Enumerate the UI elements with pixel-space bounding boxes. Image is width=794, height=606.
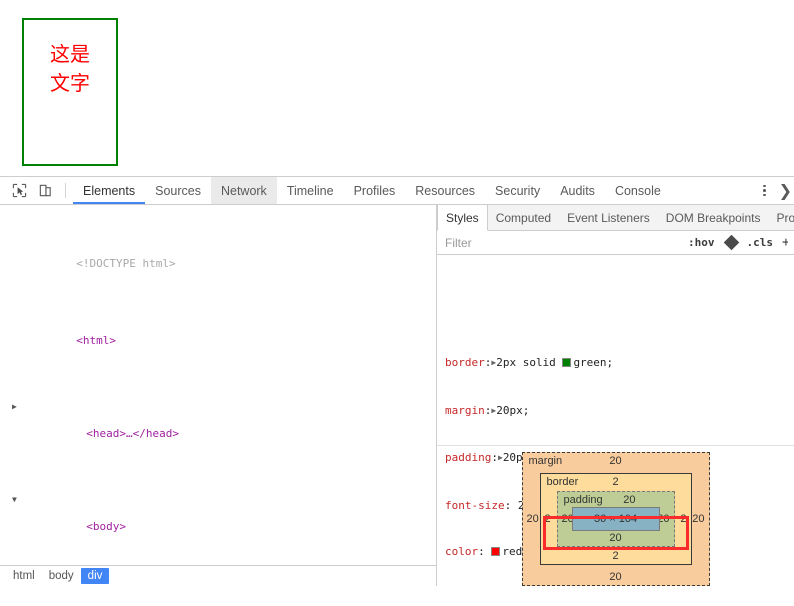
hov-toggle[interactable]: :hov [688,236,715,249]
declaration-border[interactable]: border:▶2px solid green; [437,355,794,372]
doctype-text: <!DOCTYPE html> [76,256,176,270]
tab-profiles[interactable]: Profiles [344,177,406,204]
tab-audits[interactable]: Audits [550,177,605,204]
padding-top-value[interactable]: 20 [623,494,635,506]
box-model-diagram: margin 20 20 20 20 border 2 2 2 2 paddin… [437,445,794,586]
tab-resources[interactable]: Resources [405,177,485,204]
tab-computed[interactable]: Computed [488,205,559,230]
padding-label: padding [563,494,603,506]
head-tag: <head>…</head> [86,427,179,440]
border-right-value[interactable]: 2 [680,513,686,525]
color-scheme-icon[interactable] [723,234,739,251]
dom-tree-pane: <!DOCTYPE html> <html> ▶ <head>…</head> … [0,205,436,586]
border-top-value[interactable]: 2 [612,476,618,488]
margin-label: margin [528,455,563,467]
breadcrumb-item-div[interactable]: div [80,568,110,584]
border-bottom-value[interactable]: 2 [612,550,618,562]
border-label: border [546,476,579,488]
toolbar-divider [65,183,66,198]
margin-bottom-value[interactable]: 20 [609,571,621,583]
filter-input[interactable] [445,235,678,250]
prop-border: border [445,356,485,369]
device-toolbar-icon[interactable] [32,177,58,204]
margin-top-value[interactable]: 20 [609,455,621,467]
expand-arrow-icon[interactable]: ▶ [491,355,496,371]
chevron-right-icon[interactable]: ❯ [779,182,792,199]
dom-line-body-open[interactable]: ▼ <body> [0,488,436,550]
tab-properties[interactable]: Propertie [768,205,794,230]
dom-line-head[interactable]: ▶ <head>…</head> [0,395,436,457]
expand-triangle-icon[interactable]: ▶ [12,399,17,415]
devtools-body: <!DOCTYPE html> <html> ▶ <head>…</head> … [0,205,794,586]
breadcrumb: html body div [0,565,436,586]
styles-pane: Styles Computed Event Listeners DOM Brea… [437,205,794,586]
margin-left-value[interactable]: 20 [527,513,539,525]
expand-arrow-icon[interactable]: ▶ [491,403,496,419]
html-open-tag: <html> [76,334,116,347]
border-left-value[interactable]: 2 [545,513,551,525]
cls-toggle[interactable]: .cls [747,236,774,249]
devtools-window: Elements Sources Network Timeline Profil… [0,176,794,606]
collapse-triangle-icon[interactable]: ▼ [12,492,17,508]
tab-network[interactable]: Network [210,177,277,204]
tab-event-listeners[interactable]: Event Listeners [559,205,658,230]
tab-elements[interactable]: Elements [73,177,145,204]
tab-timeline[interactable]: Timeline [277,177,344,204]
dom-line-doctype[interactable]: <!DOCTYPE html> [0,240,436,287]
tab-dom-breakpoints[interactable]: DOM Breakpoints [658,205,769,230]
declaration-margin[interactable]: margin:▶20px; [437,403,794,420]
val-margin: 20px; [496,403,530,417]
rendered-div-element: 这是文字 [22,18,118,166]
box-model-border-layer[interactable]: border 2 2 2 2 padding 20 20 20 20 36 × … [539,473,692,565]
breadcrumb-item-body[interactable]: body [42,568,81,584]
color-swatch-green[interactable] [562,358,572,367]
val-border-prefix: 2px solid [496,356,563,369]
css-rule-scrolled-line [437,317,794,324]
padding-bottom-value[interactable]: 20 [609,532,621,544]
body-open-tag: <body> [86,520,126,533]
margin-right-value[interactable]: 20 [692,513,704,525]
devtools-toolbar: Elements Sources Network Timeline Profil… [0,177,794,205]
breadcrumb-item-html[interactable]: html [6,568,42,584]
box-model-padding-layer[interactable]: padding 20 20 20 20 36 × 104 [556,491,675,547]
val-border-color: green; [573,356,614,369]
dom-line-html-open[interactable]: <html> [0,318,436,365]
more-options-icon[interactable] [757,184,773,197]
styles-pane-tabs: Styles Computed Event Listeners DOM Brea… [437,205,794,231]
tab-security[interactable]: Security [485,177,550,204]
toolbar-right-group: ❯ [736,177,794,204]
tab-sources[interactable]: Sources [145,177,211,204]
prop-margin: margin [445,403,485,417]
rendered-page-viewport: 这是文字 [0,0,794,176]
tab-styles[interactable]: Styles [437,205,488,231]
styles-filter-row: :hov .cls + [437,231,794,255]
box-model-content-box[interactable]: 36 × 104 [571,507,660,531]
new-style-rule-button[interactable]: + [782,235,788,250]
inspect-element-icon[interactable] [6,177,32,204]
box-model-margin-layer[interactable]: margin 20 20 20 20 border 2 2 2 2 paddin… [521,452,710,586]
tab-console[interactable]: Console [605,177,671,204]
dom-tree: <!DOCTYPE html> <html> ▶ <head>…</head> … [0,205,436,586]
